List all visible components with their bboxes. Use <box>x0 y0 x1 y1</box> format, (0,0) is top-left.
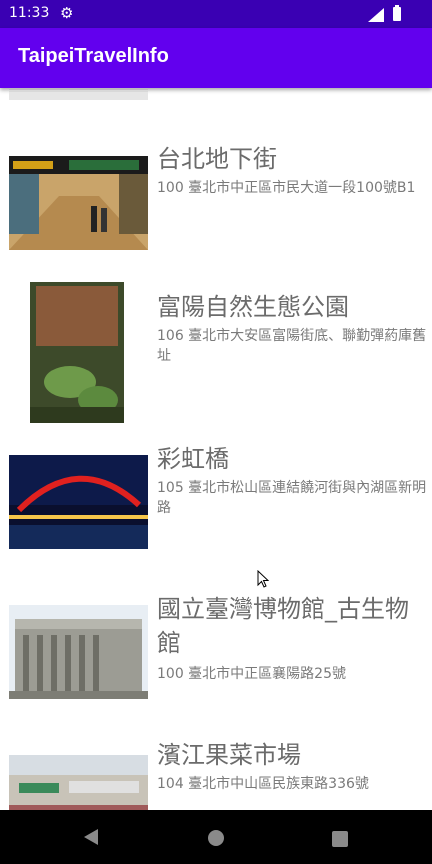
item-address: 106 臺北市大安區富陽街底、聯勤彈葯庫舊址 <box>157 328 427 364</box>
list-item[interactable]: 國立臺灣博物館_古生物館 100 臺北市中正區襄陽路25號 <box>0 588 432 718</box>
item-address: 104 臺北市中山區民族東路336號 <box>157 776 369 792</box>
home-circle-icon[interactable] <box>208 830 224 846</box>
list-item[interactable]: 濱江果菜市場 104 臺北市中山區民族東路336號 <box>0 738 432 810</box>
item-title: 富陽自然生態公園 <box>157 293 349 321</box>
list-item[interactable] <box>0 88 432 100</box>
app-title: TaipeiTravelInfo <box>18 45 169 67</box>
status-time: 11:33 <box>9 5 50 21</box>
item-address: 100 臺北市中正區襄陽路25號 <box>157 666 346 682</box>
item-thumbnail <box>9 88 148 100</box>
battery-icon <box>393 5 401 21</box>
recents-square-icon[interactable] <box>332 831 348 847</box>
gear-icon: ⚙ <box>60 4 74 22</box>
item-thumbnail <box>9 156 148 250</box>
item-title: 彩虹橋 <box>157 445 229 473</box>
item-address: 100 臺北市中正區市民大道一段100號B1 <box>157 180 416 196</box>
item-title: 台北地下街 <box>157 145 277 173</box>
item-thumbnail <box>9 605 148 699</box>
item-title: 國立臺灣博物館_古生物館 <box>157 595 409 657</box>
item-thumbnail <box>30 282 124 423</box>
list-item[interactable]: 富陽自然生態公園 106 臺北市大安區富陽街底、聯勤彈葯庫舊址 <box>0 278 432 428</box>
app-bar: TaipeiTravelInfo <box>0 28 432 88</box>
list-item[interactable]: 彩虹橋 105 臺北市松山區連結饒河街與內湖區新明路 <box>0 438 432 558</box>
item-thumbnail <box>9 755 148 810</box>
item-address: 105 臺北市松山區連結饒河街與內湖區新明路 <box>157 480 427 516</box>
mouse-cursor-icon <box>257 569 270 592</box>
status-bar: 11:33 ⚙ <box>0 0 432 28</box>
list-item[interactable]: 台北地下街 100 臺北市中正區市民大道一段100號B1 <box>0 138 432 258</box>
back-triangle-icon[interactable] <box>83 828 99 850</box>
item-title: 濱江果菜市場 <box>157 741 301 769</box>
navigation-bar <box>0 810 432 864</box>
item-thumbnail <box>9 455 148 549</box>
attractions-list[interactable]: 台北地下街 100 臺北市中正區市民大道一段100號B1 富陽自然生態公園 10… <box>0 88 432 810</box>
signal-icon <box>368 7 384 26</box>
